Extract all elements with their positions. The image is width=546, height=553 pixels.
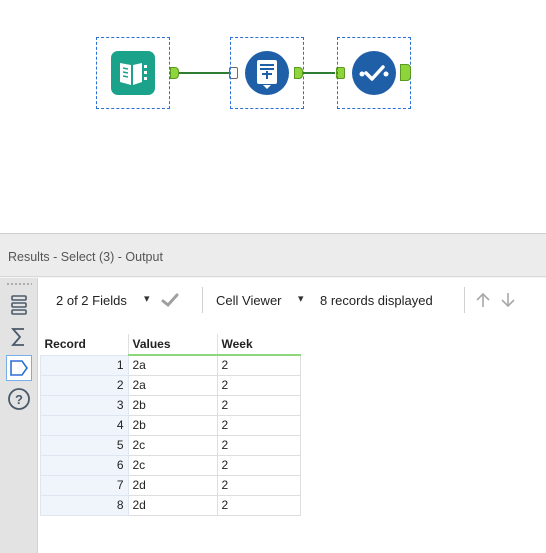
select-tool[interactable]: [230, 37, 304, 109]
table-cell[interactable]: 2: [216, 414, 301, 436]
table-cell[interactable]: 2c: [127, 434, 218, 456]
table-row[interactable]: 8 2d 2: [40, 494, 301, 516]
table-row[interactable]: 5 2c 2: [40, 434, 301, 456]
table-cell[interactable]: 2: [216, 454, 301, 476]
browse-output-anchor[interactable]: [400, 64, 411, 81]
table-cell[interactable]: 2b: [127, 414, 218, 436]
arrow-up-icon[interactable]: [474, 291, 492, 314]
help-icon[interactable]: ?: [6, 386, 32, 412]
fields-caret[interactable]: ▾: [144, 292, 150, 305]
checkmark-icon[interactable]: [160, 291, 180, 314]
table-cell[interactable]: 2: [216, 394, 301, 416]
input-data-tool[interactable]: [96, 37, 170, 109]
table-row[interactable]: 7 2d 2: [40, 474, 301, 496]
arrow-down-icon[interactable]: [499, 291, 517, 314]
table-cell[interactable]: 2: [216, 354, 301, 376]
table-cell[interactable]: 2: [216, 474, 301, 496]
book-input-icon: [111, 51, 155, 95]
results-grid: Record Values Week 1 2a 2 2 2a 2 3 2b 2 …: [38, 322, 546, 553]
select-output-anchor[interactable]: [294, 67, 303, 79]
table-cell[interactable]: 2: [216, 494, 301, 516]
connection-line-2[interactable]: [303, 72, 335, 74]
table-cell[interactable]: 2: [216, 374, 301, 396]
table-cell[interactable]: 2d: [127, 494, 218, 516]
connection-line-1[interactable]: [179, 72, 231, 74]
toolbar-separator: [202, 287, 203, 313]
records-count: 8 records displayed: [320, 293, 433, 308]
input-output-anchor[interactable]: [170, 67, 179, 79]
record-number[interactable]: 8: [40, 494, 129, 516]
record-number[interactable]: 4: [40, 414, 129, 436]
select-list-icon: [245, 51, 289, 95]
record-number[interactable]: 6: [40, 454, 129, 476]
results-table: Record Values Week 1 2a 2 2 2a 2 3 2b 2 …: [40, 334, 301, 516]
sidebar-grip[interactable]: [6, 282, 32, 286]
results-panel: Results - Select (3) - Output ? 2 of 2 F…: [0, 233, 546, 553]
column-header-record[interactable]: Record: [40, 334, 128, 355]
table-row[interactable]: 3 2b 2: [40, 394, 301, 416]
table-cell[interactable]: 2d: [127, 474, 218, 496]
fields-dropdown[interactable]: 2 of 2 Fields: [56, 293, 127, 308]
table-cell[interactable]: 2b: [127, 394, 218, 416]
table-header-row: Record Values Week: [40, 334, 301, 356]
table-row[interactable]: 2 2a 2: [40, 374, 301, 396]
column-header-week[interactable]: Week: [216, 334, 301, 356]
table-row[interactable]: 1 2a 2: [40, 354, 301, 376]
workflow-canvas[interactable]: [0, 0, 546, 232]
record-number[interactable]: 1: [40, 354, 129, 376]
record-number[interactable]: 3: [40, 394, 129, 416]
table-cell[interactable]: 2a: [127, 354, 218, 376]
record-number[interactable]: 5: [40, 434, 129, 456]
svg-text:?: ?: [15, 392, 23, 407]
record-number[interactable]: 2: [40, 374, 129, 396]
results-sidebar: ?: [0, 278, 38, 553]
cell-viewer-caret[interactable]: ▾: [298, 292, 304, 305]
table-cell[interactable]: 2a: [127, 374, 218, 396]
record-number[interactable]: 7: [40, 474, 129, 496]
results-title: Results - Select (3) - Output: [0, 234, 546, 277]
toolbar-separator-2: [464, 287, 465, 313]
table-row[interactable]: 4 2b 2: [40, 414, 301, 436]
cell-viewer-dropdown[interactable]: Cell Viewer: [216, 293, 282, 308]
column-header-values[interactable]: Values: [127, 334, 217, 356]
sigma-icon[interactable]: [6, 324, 32, 350]
tag-icon[interactable]: [6, 355, 32, 381]
results-toolbar: 2 of 2 Fields ▾ Cell Viewer ▾ 8 records …: [38, 278, 546, 322]
table-cell[interactable]: 2c: [127, 454, 218, 476]
table-rows-icon[interactable]: [6, 292, 32, 318]
table-row[interactable]: 6 2c 2: [40, 454, 301, 476]
browse-check-icon: [352, 51, 396, 95]
table-cell[interactable]: 2: [216, 434, 301, 456]
